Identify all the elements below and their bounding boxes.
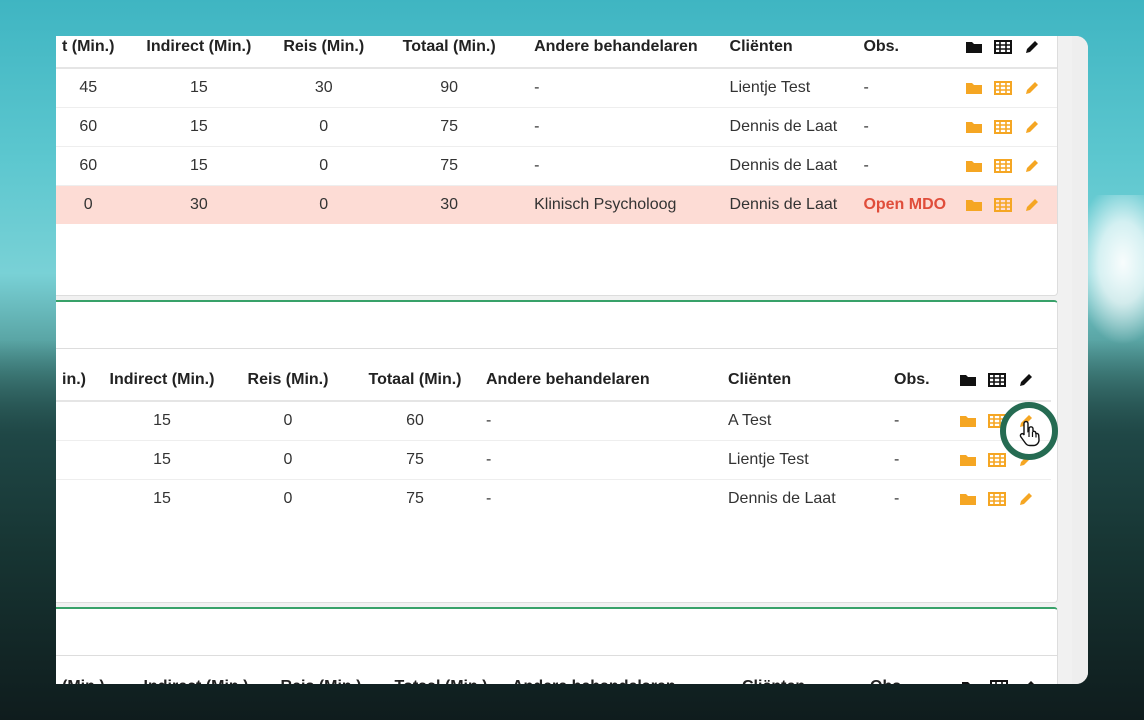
table-header-row: in.) Indirect (Min.) Reis (Min.) Totaal … xyxy=(56,360,1051,402)
row-actions xyxy=(957,107,1057,147)
table-icon[interactable] xyxy=(987,489,1007,509)
folder-icon[interactable] xyxy=(958,450,978,470)
col-header-actions xyxy=(954,667,1053,684)
col-header-indirect[interactable]: Indirect (Min.) xyxy=(120,36,278,69)
pencil-icon xyxy=(1022,37,1042,57)
col-header-andere-behandelaren[interactable]: Andere behandelaren xyxy=(528,36,724,69)
session-card-3: (Min.) Indirect (Min.) Reis (Min.) Totaa… xyxy=(56,607,1058,684)
table-icon xyxy=(987,370,1007,390)
card-header xyxy=(56,302,1057,349)
folder-icon xyxy=(964,37,984,57)
page-scrollbar[interactable] xyxy=(1072,36,1088,684)
row-actions xyxy=(957,67,1057,108)
table-row[interactable]: 15 0 75 - Lientje Test - xyxy=(56,440,1051,480)
col-header-direct[interactable]: t (Min.) xyxy=(56,36,121,69)
pencil-icon xyxy=(1018,677,1038,684)
app-window: t (Min.) Indirect (Min.) Reis (Min.) Tot… xyxy=(56,36,1088,684)
session-card-2: in.) Indirect (Min.) Reis (Min.) Totaal … xyxy=(56,300,1058,603)
table-icon[interactable] xyxy=(993,156,1013,176)
table-icon xyxy=(989,677,1009,684)
col-header-totaal[interactable]: Totaal (Min.) xyxy=(376,667,506,684)
session-table-2: in.) Indirect (Min.) Reis (Min.) Totaal … xyxy=(56,360,1051,518)
table-icon[interactable] xyxy=(993,117,1013,137)
folder-icon[interactable] xyxy=(964,156,984,176)
col-header-totaal[interactable]: Totaal (Min.) xyxy=(350,360,480,402)
col-header-direct[interactable]: (Min.) xyxy=(56,667,126,684)
folder-icon[interactable] xyxy=(964,195,984,215)
col-header-indirect[interactable]: Indirect (Min.) xyxy=(98,360,226,402)
table-icon[interactable] xyxy=(987,450,1007,470)
row-actions xyxy=(957,185,1057,224)
col-header-totaal[interactable]: Totaal (Min.) xyxy=(370,36,529,69)
pencil-icon[interactable] xyxy=(1016,489,1036,509)
pencil-icon[interactable] xyxy=(1022,78,1042,98)
card-header xyxy=(56,609,1057,656)
col-header-indirect[interactable]: Indirect (Min.) xyxy=(126,667,266,684)
table-header-row: (Min.) Indirect (Min.) Reis (Min.) Totaa… xyxy=(56,667,1053,684)
col-header-obs[interactable]: Obs. xyxy=(864,667,954,684)
session-card-1: t (Min.) Indirect (Min.) Reis (Min.) Tot… xyxy=(56,36,1058,296)
col-header-clienten[interactable]: Cliënten xyxy=(736,667,864,684)
session-table-3: (Min.) Indirect (Min.) Reis (Min.) Totaa… xyxy=(56,667,1053,684)
col-header-obs[interactable]: Obs. xyxy=(888,360,952,402)
folder-icon[interactable] xyxy=(964,78,984,98)
folder-icon xyxy=(958,370,978,390)
col-header-reis[interactable]: Reis (Min.) xyxy=(266,667,376,684)
row-actions xyxy=(957,146,1057,186)
table-row[interactable]: 60 15 0 75 - Dennis de Laat - xyxy=(56,107,1057,147)
col-header-actions xyxy=(957,36,1057,69)
col-header-actions xyxy=(952,360,1051,402)
table-icon xyxy=(993,37,1013,57)
col-header-andere-behandelaren[interactable]: Andere behandelaren xyxy=(506,667,736,684)
table-row-highlighted[interactable]: 0 30 0 30 Klinisch Psycholoog Dennis de … xyxy=(56,185,1057,224)
col-header-direct[interactable]: in.) xyxy=(56,360,98,402)
col-header-reis[interactable]: Reis (Min.) xyxy=(277,36,371,69)
hand-cursor-icon xyxy=(1018,419,1042,447)
col-header-obs[interactable]: Obs. xyxy=(857,36,958,69)
col-header-andere-behandelaren[interactable]: Andere behandelaren xyxy=(480,360,722,402)
table-row[interactable]: 15 0 60 - A Test - xyxy=(56,400,1051,441)
col-header-clienten[interactable]: Cliënten xyxy=(722,360,888,402)
pencil-icon[interactable] xyxy=(1022,117,1042,137)
table-header-row: t (Min.) Indirect (Min.) Reis (Min.) Tot… xyxy=(56,36,1057,69)
folder-icon[interactable] xyxy=(964,117,984,137)
table-icon[interactable] xyxy=(993,78,1013,98)
folder-icon[interactable] xyxy=(958,489,978,509)
pencil-icon[interactable] xyxy=(1022,195,1042,215)
folder-icon xyxy=(960,677,980,684)
session-table-1: t (Min.) Indirect (Min.) Reis (Min.) Tot… xyxy=(56,36,1057,224)
folder-icon[interactable] xyxy=(958,411,978,431)
table-row[interactable]: 45 15 30 90 - Lientje Test - xyxy=(56,67,1057,108)
table-row[interactable]: 60 15 0 75 - Dennis de Laat - xyxy=(56,146,1057,186)
table-icon[interactable] xyxy=(993,195,1013,215)
pencil-icon xyxy=(1016,370,1036,390)
col-header-clienten[interactable]: Cliënten xyxy=(723,36,858,69)
pencil-icon[interactable] xyxy=(1022,156,1042,176)
col-header-reis[interactable]: Reis (Min.) xyxy=(226,360,350,402)
table-row[interactable]: 15 0 75 - Dennis de Laat - xyxy=(56,479,1051,518)
row-actions xyxy=(952,479,1051,518)
status-badge: Open MDO xyxy=(857,185,958,224)
